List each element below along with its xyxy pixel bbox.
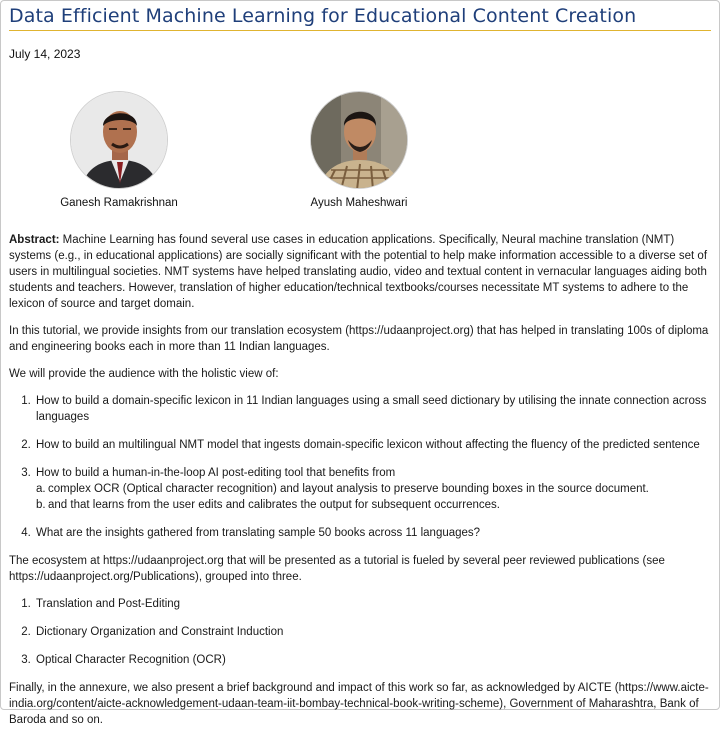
page-title: Data Efficient Machine Learning for Educ…	[9, 5, 711, 31]
abstract-paragraph: Abstract: Machine Learning has found sev…	[9, 232, 713, 312]
tutorial-paragraph: In this tutorial, we provide insights fr…	[9, 325, 709, 353]
list-item: Optical Character Recognition (OCR)	[34, 652, 713, 668]
list-item: How to build a domain-specific lexicon i…	[34, 393, 713, 425]
ecosystem-paragraph: The ecosystem at https://udaanproject.or…	[9, 555, 665, 583]
sub-list-item: a. complex OCR (Optical character recogni…	[36, 483, 649, 495]
final-paragraph: Finally, in the annexure, we also presen…	[9, 682, 709, 726]
author-card: Ayush Maheshwari	[269, 91, 449, 209]
list-item: What are the insights gathered from tran…	[34, 525, 713, 541]
sub-list-item: b. and that learns from the user edits an…	[36, 499, 500, 511]
author-name: Ganesh Ramakrishnan	[60, 197, 178, 209]
authors-section: Ganesh Ramakrishnan Ayush Maheshwari	[1, 91, 720, 221]
publication-groups-list: Translation and Post-Editing Dictionary …	[34, 596, 713, 668]
list-item: How to build a human-in-the-loop AI post…	[34, 465, 713, 513]
abstract-label: Abstract:	[9, 234, 60, 246]
article-card: Data Efficient Machine Learning for Educ…	[0, 0, 720, 726]
article-body: Abstract: Machine Learning has found sev…	[9, 232, 713, 739]
author-name: Ayush Maheshwari	[310, 197, 408, 209]
publish-date: July 14, 2023	[9, 47, 81, 61]
list-item: Translation and Post-Editing	[34, 596, 713, 612]
list-item: How to build an multilingual NMT model t…	[34, 437, 713, 453]
author-photo	[310, 91, 408, 189]
overview-intro: We will provide the audience with the ho…	[9, 368, 279, 380]
author-card: Ganesh Ramakrishnan	[29, 91, 209, 209]
author-photo	[70, 91, 168, 189]
sub-list: a. complex OCR (Optical character recogni…	[36, 481, 713, 513]
overview-list: How to build a domain-specific lexicon i…	[34, 393, 713, 541]
list-item: Dictionary Organization and Constraint I…	[34, 624, 713, 640]
abstract-text: Machine Learning has found several use c…	[9, 234, 708, 310]
